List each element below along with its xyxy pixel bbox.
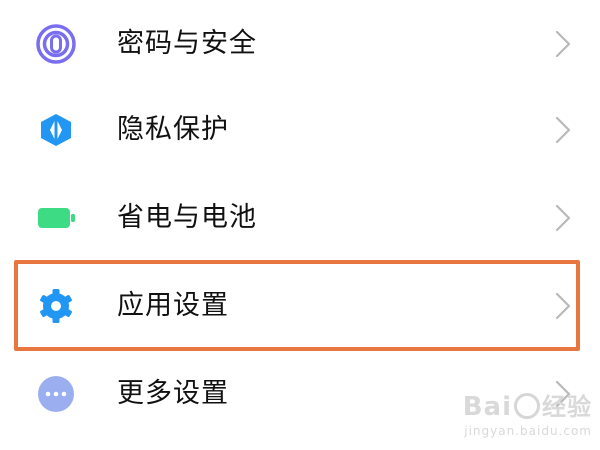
chevron-right-icon	[555, 204, 571, 232]
privacy-shield-icon	[34, 108, 78, 152]
settings-list: 密码与安全 隐私保护 省电与电池 应用设置 更多设置	[0, 0, 600, 450]
settings-item-privacy[interactable]: 隐私保护	[0, 86, 600, 174]
settings-item-label: 省电与电池	[117, 202, 257, 233]
fingerprint-icon	[34, 22, 78, 66]
chevron-right-icon	[555, 30, 571, 58]
settings-item-label: 更多设置	[117, 378, 229, 409]
settings-item-app-settings[interactable]: 应用设置	[0, 262, 600, 350]
settings-item-battery[interactable]: 省电与电池	[0, 174, 600, 262]
settings-item-label: 应用设置	[117, 290, 229, 321]
baidu-jingyan-watermark: Bai 经验 jingyan.baidu.com	[463, 387, 592, 438]
chevron-right-icon	[555, 116, 571, 144]
watermark-brand-right: 经验	[542, 393, 592, 421]
watermark-brand: Bai 经验	[463, 387, 592, 422]
more-dots-icon	[34, 372, 78, 416]
watermark-brand-left: Bai	[462, 392, 512, 422]
chevron-right-icon	[555, 292, 571, 320]
watermark-url: jingyan.baidu.com	[464, 424, 592, 438]
settings-item-label: 密码与安全	[117, 28, 257, 59]
settings-item-password-security[interactable]: 密码与安全	[0, 0, 600, 88]
settings-item-label: 隐私保护	[117, 114, 229, 145]
gear-icon	[34, 284, 78, 328]
baidu-paw-icon	[514, 393, 540, 419]
battery-icon	[34, 196, 78, 240]
